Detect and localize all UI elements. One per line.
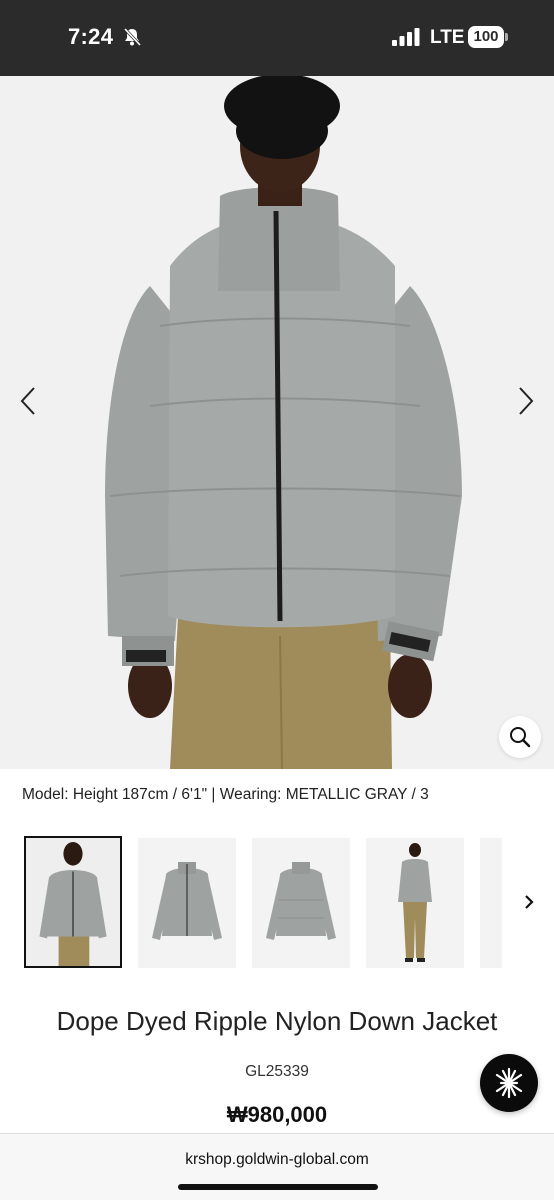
brand-chat-button[interactable] (480, 1054, 538, 1112)
product-main-image (0, 76, 554, 769)
home-indicator[interactable] (178, 1184, 378, 1190)
status-bar: 7:24 LTE 100 (0, 0, 554, 76)
thumbnail-partial[interactable] (480, 838, 502, 968)
product-image-carousel[interactable] (0, 76, 554, 769)
url-text[interactable]: krshop.goldwin-global.com (0, 1151, 554, 1169)
thumbnail-model-full[interactable] (366, 838, 464, 968)
product-code: GL25339 (245, 1063, 309, 1080)
magnifier-icon (510, 727, 531, 748)
product-price: ₩980,000 (226, 1102, 328, 1127)
thumbnail-strip (24, 836, 554, 968)
goldwin-logo-icon (495, 1067, 523, 1099)
signal-bars-icon (392, 28, 420, 46)
thumbnail-jacket-front[interactable] (138, 838, 236, 968)
zoom-button[interactable] (499, 716, 541, 758)
battery-level: 100 (473, 28, 499, 45)
bell-slash-icon (123, 27, 142, 47)
battery-icon: 100 (468, 26, 508, 48)
browser-url-bar[interactable]: krshop.goldwin-global.com (0, 1133, 554, 1200)
thumbnail-model-front[interactable] (24, 836, 122, 968)
model-info-caption: Model: Height 187cm / 6'1" | Wearing: ME… (22, 786, 429, 803)
previous-image-button[interactable] (12, 376, 48, 426)
thumbnail-jacket-back[interactable] (252, 838, 350, 968)
thumbnail-next-button[interactable] (519, 891, 539, 913)
product-title: Dope Dyed Ripple Nylon Down Jacket (56, 1006, 498, 1036)
status-time: 7:24 (68, 24, 114, 49)
network-label: LTE (430, 27, 465, 48)
next-image-button[interactable] (508, 376, 544, 426)
